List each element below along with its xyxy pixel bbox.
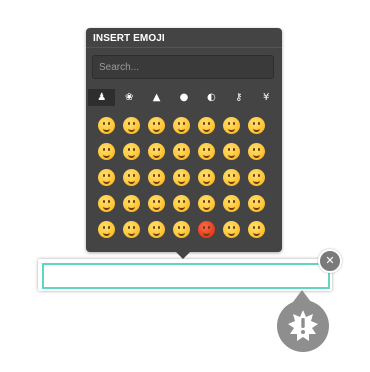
alert-badge-icon <box>277 300 329 352</box>
food-icon: ▲ <box>152 92 161 103</box>
blush-icon <box>173 142 190 160</box>
tab-objects[interactable]: ⚷ <box>225 89 252 106</box>
sunglasses-icon <box>123 194 140 212</box>
panel-pointer <box>175 251 191 259</box>
close-icon: ✕ <box>325 254 335 267</box>
emoji-sweat-smile[interactable] <box>244 112 269 138</box>
emoji-disappointed[interactable] <box>119 216 144 242</box>
emoji-kissing-closed-eyes[interactable] <box>194 164 219 190</box>
emoji-worried[interactable] <box>144 216 169 242</box>
heart-eyes-icon <box>98 168 115 186</box>
alert-button[interactable] <box>277 300 329 352</box>
joy-icon <box>173 116 190 134</box>
neutral-icon <box>198 194 215 212</box>
emoji-wink[interactable] <box>144 138 169 164</box>
emoji-kissing-smiling[interactable] <box>169 164 194 190</box>
emoji-smirk[interactable] <box>144 190 169 216</box>
emoji-innocent[interactable] <box>119 138 144 164</box>
relieved-icon <box>248 142 265 160</box>
emoji-laughing[interactable] <box>94 138 119 164</box>
rage-icon <box>198 220 215 238</box>
worried-icon <box>148 220 165 238</box>
disappointed-icon <box>123 220 140 238</box>
tab-nature[interactable]: ❀ <box>115 89 142 106</box>
grimacing-icon <box>123 116 140 134</box>
emoji-confused[interactable] <box>244 216 269 242</box>
emoji-unamused[interactable] <box>244 190 269 216</box>
emoji-grimacing[interactable] <box>119 112 144 138</box>
stuck-out-tongue-wink-icon <box>223 168 240 186</box>
emoji-neutral[interactable] <box>194 190 219 216</box>
emoji-flushed[interactable] <box>94 216 119 242</box>
kissing-closed-eyes-icon <box>198 168 215 186</box>
objects-icon: ⚷ <box>235 92 243 103</box>
flushed-icon <box>98 220 115 238</box>
panel-title: INSERT EMOJI <box>93 33 165 44</box>
tab-symbols[interactable]: ¥ <box>253 89 280 106</box>
tab-travel[interactable]: ◐ <box>198 89 225 106</box>
people-icon: ♟ <box>97 92 107 103</box>
kissing-heart-icon <box>123 168 140 186</box>
emoji-grinning[interactable] <box>94 112 119 138</box>
symbols-icon: ¥ <box>263 92 270 103</box>
angry-icon <box>173 220 190 238</box>
smiley-icon <box>198 116 215 134</box>
emoji-upside-down[interactable] <box>219 138 244 164</box>
tab-people[interactable]: ♟ <box>88 89 116 106</box>
message-input[interactable] <box>42 263 330 289</box>
smile-icon <box>223 116 240 134</box>
emoji-pensive[interactable] <box>219 216 244 242</box>
emoji-kissing[interactable] <box>144 164 169 190</box>
kissing-icon <box>148 168 165 186</box>
slightly-smiling-icon <box>198 142 215 160</box>
confused-icon <box>248 220 265 238</box>
kissing-smiling-icon <box>173 168 190 186</box>
emoji-stuck-out-tongue-wink[interactable] <box>219 164 244 190</box>
grin-icon <box>148 116 165 134</box>
emoji-picker-panel: INSERT EMOJI ♟ ❀ ▲ ● ◐ ⚷ ¥ <box>86 28 282 252</box>
upside-down-icon <box>223 142 240 160</box>
tab-activity[interactable]: ● <box>170 89 197 106</box>
emoji-stuck-out-tongue[interactable] <box>94 190 119 216</box>
activity-icon: ● <box>179 92 189 103</box>
unamused-icon <box>248 194 265 212</box>
emoji-angry[interactable] <box>169 216 194 242</box>
close-button[interactable]: ✕ <box>318 249 342 273</box>
emoji-search-input[interactable] <box>92 55 274 79</box>
stuck-out-tongue-closed-icon <box>248 168 265 186</box>
innocent-icon <box>123 142 140 160</box>
emoji-slightly-smiling[interactable] <box>194 138 219 164</box>
emoji-kissing-heart[interactable] <box>119 164 144 190</box>
sweat-smile-icon <box>248 116 265 134</box>
no-mouth-icon <box>173 194 190 212</box>
emoji-expressionless[interactable] <box>219 190 244 216</box>
emoji-rage[interactable] <box>194 216 219 242</box>
message-input-container <box>38 259 332 291</box>
emoji-smile[interactable] <box>219 112 244 138</box>
laughing-icon <box>98 142 115 160</box>
stuck-out-tongue-icon <box>98 194 115 212</box>
emoji-category-tabs: ♟ ❀ ▲ ● ◐ ⚷ ¥ <box>88 89 280 106</box>
nature-icon: ❀ <box>124 92 134 103</box>
smirk-icon <box>148 194 165 212</box>
emoji-stuck-out-tongue-closed[interactable] <box>244 164 269 190</box>
title-divider <box>86 47 282 48</box>
emoji-smiley[interactable] <box>194 112 219 138</box>
emoji-relieved[interactable] <box>244 138 269 164</box>
travel-icon: ◐ <box>207 92 216 103</box>
grinning-icon <box>98 116 115 134</box>
expressionless-icon <box>223 194 240 212</box>
emoji-no-mouth[interactable] <box>169 190 194 216</box>
emoji-grid <box>94 112 276 242</box>
pensive-icon <box>223 220 240 238</box>
emoji-blush[interactable] <box>169 138 194 164</box>
emoji-joy[interactable] <box>169 112 194 138</box>
wink-icon <box>148 142 165 160</box>
tab-food[interactable]: ▲ <box>143 89 170 106</box>
emoji-heart-eyes[interactable] <box>94 164 119 190</box>
emoji-sunglasses[interactable] <box>119 190 144 216</box>
emoji-grin[interactable] <box>144 112 169 138</box>
